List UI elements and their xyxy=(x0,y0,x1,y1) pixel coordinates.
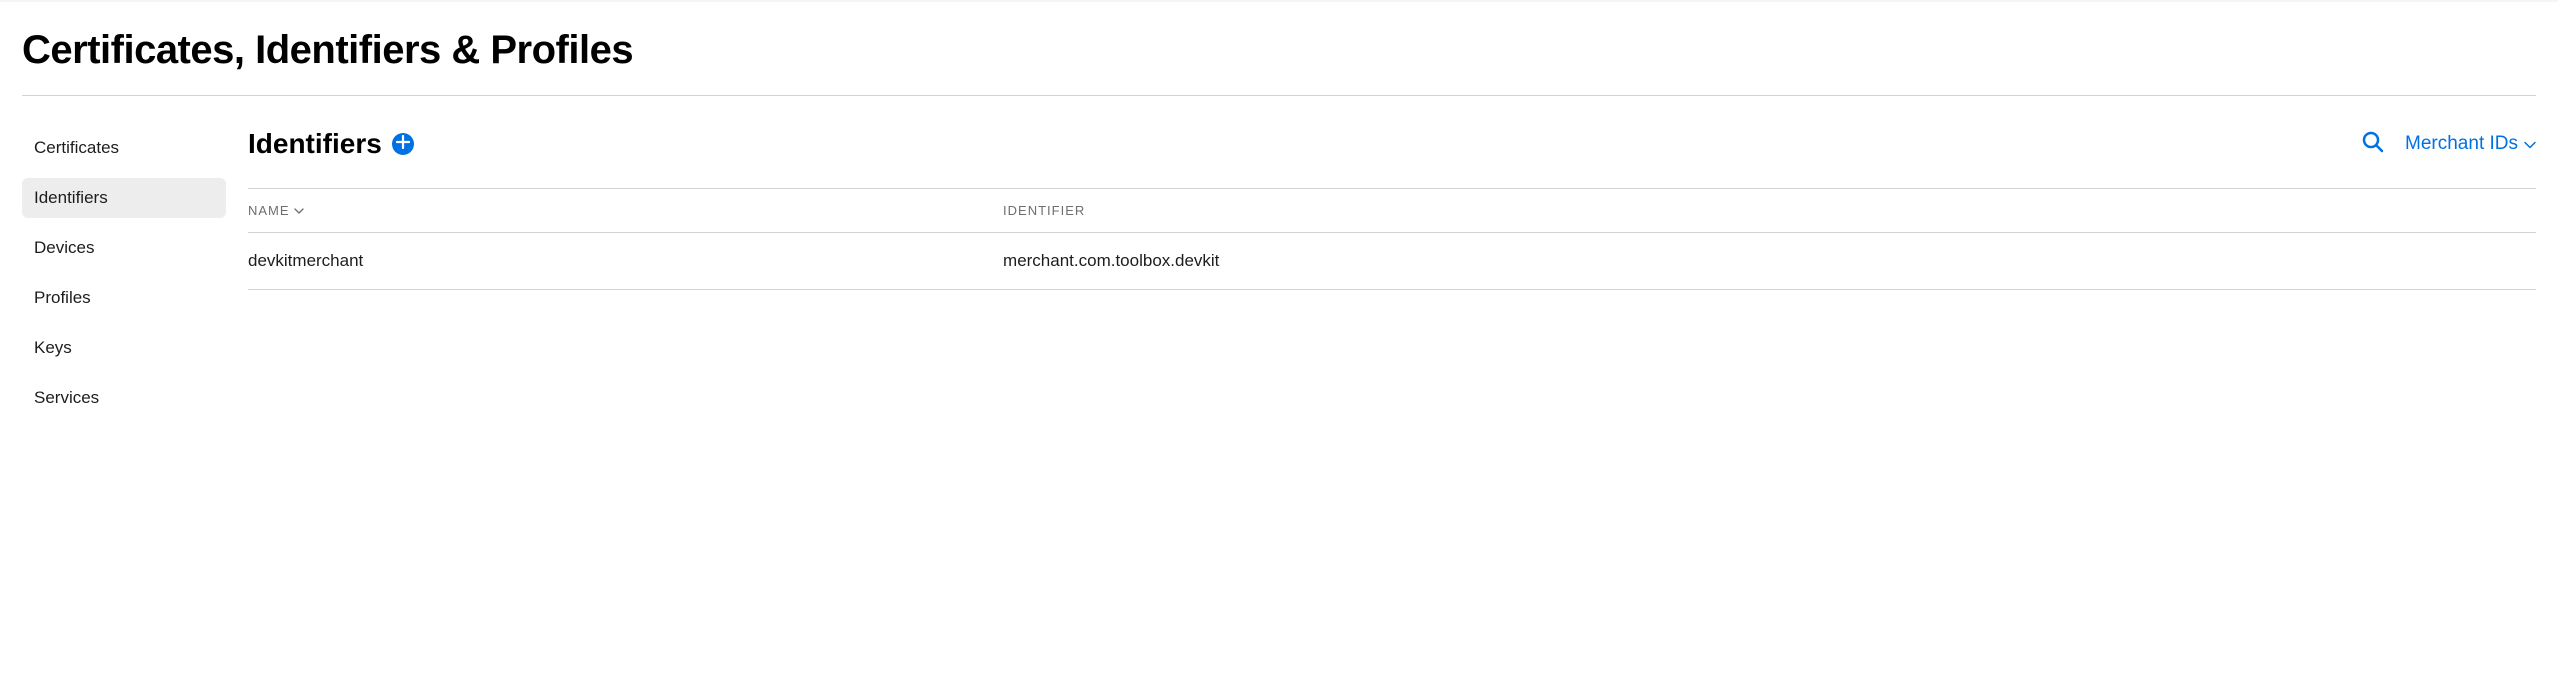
page-header: Certificates, Identifiers & Profiles xyxy=(22,2,2536,96)
sidebar-item-identifiers[interactable]: Identifiers xyxy=(22,178,226,218)
section-title: Identifiers xyxy=(248,128,382,160)
column-header-name[interactable]: NAME xyxy=(248,203,1003,218)
sidebar-item-certificates[interactable]: Certificates xyxy=(22,128,226,168)
chevron-down-icon xyxy=(294,208,304,214)
sidebar-item-devices[interactable]: Devices xyxy=(22,228,226,268)
section-actions: Merchant IDs xyxy=(2361,130,2536,159)
identifiers-table: NAME IDENTIFIER devkitmerchant merchant.… xyxy=(248,188,2536,290)
sidebar: Certificates Identifiers Devices Profile… xyxy=(22,128,244,428)
cell-identifier: merchant.com.toolbox.devkit xyxy=(1003,251,2536,271)
column-label: IDENTIFIER xyxy=(1003,203,1085,218)
chevron-down-icon xyxy=(2524,133,2536,155)
sidebar-item-label: Identifiers xyxy=(34,188,108,207)
sidebar-item-label: Certificates xyxy=(34,138,119,157)
page-container: Certificates, Identifiers & Profiles Cer… xyxy=(0,2,2558,428)
sidebar-item-label: Services xyxy=(34,388,99,407)
page-title: Certificates, Identifiers & Profiles xyxy=(22,28,2536,73)
column-label: NAME xyxy=(248,203,290,218)
search-button[interactable] xyxy=(2361,130,2385,159)
plus-icon xyxy=(396,134,410,154)
table-header: NAME IDENTIFIER xyxy=(248,188,2536,233)
sidebar-item-label: Devices xyxy=(34,238,94,257)
sidebar-item-keys[interactable]: Keys xyxy=(22,328,226,368)
sidebar-item-services[interactable]: Services xyxy=(22,378,226,418)
content-wrapper: Certificates Identifiers Devices Profile… xyxy=(22,128,2536,428)
sidebar-item-profiles[interactable]: Profiles xyxy=(22,278,226,318)
main-content: Identifiers xyxy=(244,128,2536,428)
sidebar-item-label: Keys xyxy=(34,338,72,357)
column-header-identifier[interactable]: IDENTIFIER xyxy=(1003,203,2536,218)
table-row[interactable]: devkitmerchant merchant.com.toolbox.devk… xyxy=(248,233,2536,290)
cell-name: devkitmerchant xyxy=(248,251,1003,271)
filter-label: Merchant IDs xyxy=(2405,133,2518,155)
sidebar-item-label: Profiles xyxy=(34,288,91,307)
search-icon xyxy=(2361,130,2385,159)
section-header: Identifiers xyxy=(248,128,2536,188)
filter-dropdown[interactable]: Merchant IDs xyxy=(2405,133,2536,155)
add-identifier-button[interactable] xyxy=(392,133,414,155)
section-title-wrap: Identifiers xyxy=(248,128,414,160)
